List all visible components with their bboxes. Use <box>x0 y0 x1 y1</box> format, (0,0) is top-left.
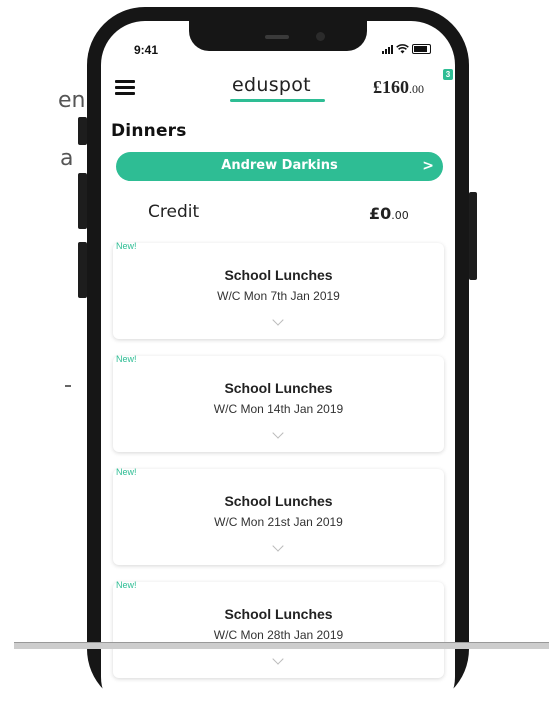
new-badge: New! <box>116 467 137 477</box>
volume-up-button <box>78 173 87 229</box>
balance-main: £160 <box>373 77 409 97</box>
lunch-week-card[interactable]: New! School Lunches W/C Mon 28th Jan 201… <box>113 580 444 678</box>
student-selector-button[interactable]: Andrew Darkins > <box>116 152 443 181</box>
card-week-date: W/C Mon 7th Jan 2019 <box>217 289 340 303</box>
credit-amount-main: £0 <box>369 204 392 223</box>
chevron-right-icon: > <box>422 158 434 174</box>
notification-badge: 3 <box>443 69 453 80</box>
volume-down-button <box>78 242 87 298</box>
chevron-down-icon[interactable] <box>271 314 284 326</box>
battery-icon <box>412 44 431 54</box>
status-time: 9:41 <box>134 43 159 57</box>
new-badge: New! <box>116 580 137 590</box>
speaker-grille <box>265 35 289 39</box>
lunch-week-card[interactable]: New! School Lunches W/C Mon 14th Jan 201… <box>113 354 444 452</box>
background-dash <box>65 385 71 387</box>
app-logo: eduspot <box>232 74 311 96</box>
card-title: School Lunches <box>224 380 333 396</box>
lunch-week-card[interactable]: New! School Lunches W/C Mon 7th Jan 2019 <box>113 241 444 339</box>
camera-icon <box>316 32 325 41</box>
logo-underline <box>230 99 325 102</box>
credit-amount: £0.00 <box>369 204 409 223</box>
phone-screen: 9:41 eduspot £160.00 3 Dinners Andrew Da… <box>101 21 455 721</box>
new-badge: New! <box>116 241 137 251</box>
credit-label: Credit <box>148 202 200 222</box>
balance-pence: .00 <box>409 82 424 96</box>
chevron-down-icon[interactable] <box>271 427 284 439</box>
page-title: Dinners <box>111 121 187 141</box>
status-icons <box>382 43 431 55</box>
notch <box>189 21 367 51</box>
chevron-down-icon[interactable] <box>271 653 284 665</box>
card-title: School Lunches <box>224 493 333 509</box>
student-name: Andrew Darkins <box>221 158 338 173</box>
phone-mockup: 9:41 eduspot £160.00 3 Dinners Andrew Da… <box>77 0 483 721</box>
signal-icon <box>382 44 393 54</box>
background-text-fragment: a <box>60 146 74 171</box>
credit-amount-pence: .00 <box>391 209 409 222</box>
mute-switch <box>78 117 87 145</box>
card-title: School Lunches <box>224 267 333 283</box>
menu-icon[interactable] <box>115 80 135 96</box>
lunch-week-card[interactable]: New! School Lunches W/C Mon 21st Jan 201… <box>113 467 444 565</box>
account-balance[interactable]: £160.00 <box>373 77 424 98</box>
card-title: School Lunches <box>224 606 333 622</box>
power-button <box>469 192 477 280</box>
chevron-down-icon[interactable] <box>271 540 284 552</box>
wifi-icon <box>396 44 409 54</box>
card-week-date: W/C Mon 14th Jan 2019 <box>213 402 344 416</box>
card-week-date: W/C Mon 21st Jan 2019 <box>214 515 343 529</box>
new-badge: New! <box>116 354 137 364</box>
card-week-date: W/C Mon 28th Jan 2019 <box>213 628 344 642</box>
